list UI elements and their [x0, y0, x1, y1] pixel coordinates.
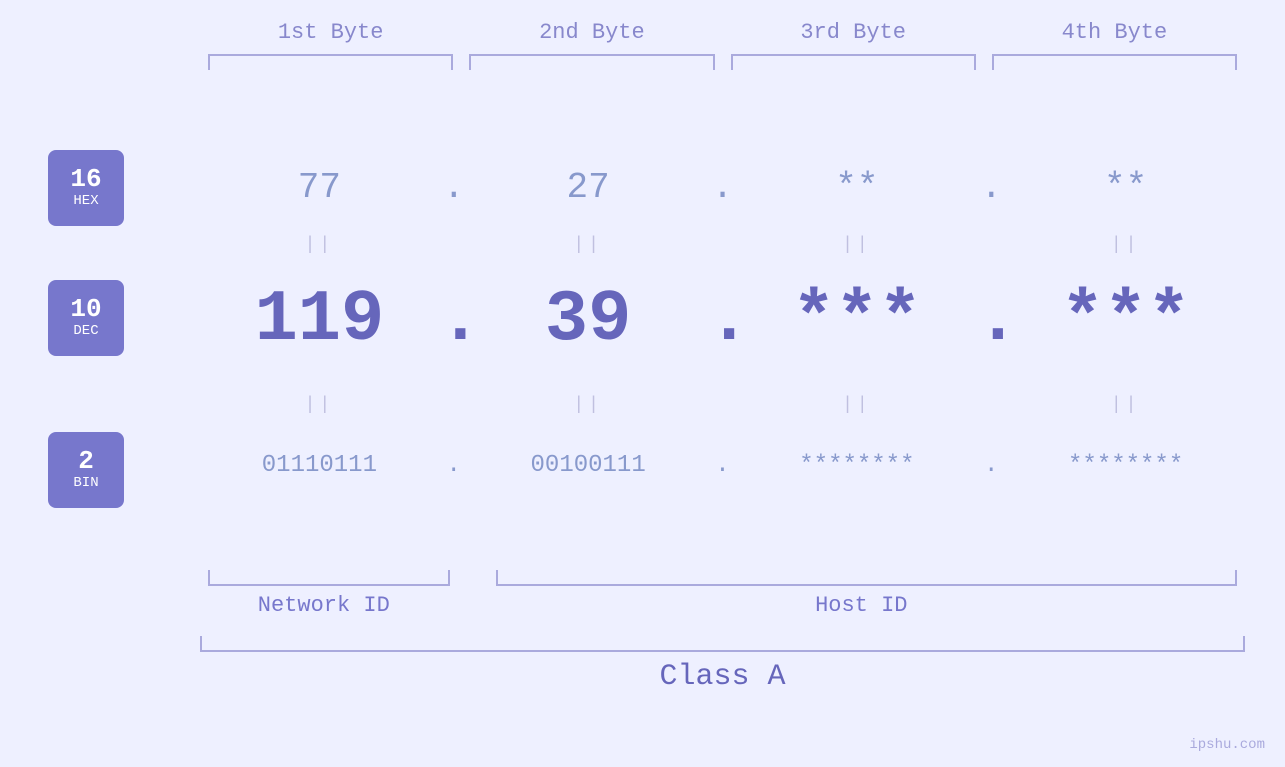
bracket-class	[200, 636, 1245, 652]
hex-b4: **	[1006, 167, 1245, 208]
bracket-byte2	[469, 54, 714, 70]
badge-hex: 16 HEX	[48, 150, 124, 226]
bracket-host-id	[496, 570, 1237, 586]
badge-dec: 10 DEC	[48, 280, 124, 356]
byte2-header: 2nd Byte	[461, 20, 722, 45]
bin-b3: ********	[738, 452, 977, 479]
badge-dec-label: DEC	[73, 322, 98, 340]
bracket-byte1	[208, 54, 453, 70]
sep2-b2: ||	[469, 395, 708, 415]
bin-b1: 01110111	[200, 452, 439, 479]
byte1-header: 1st Byte	[200, 20, 461, 45]
dec-b2: 39	[469, 279, 708, 361]
hex-dot3: .	[976, 167, 1006, 208]
bin-b2: 00100111	[469, 452, 708, 479]
sep2-b3: ||	[738, 395, 977, 415]
bin-dot3: .	[976, 452, 1006, 479]
dec-b3: ***	[738, 279, 977, 361]
hex-b3: **	[738, 167, 977, 208]
sep2-b1: ||	[200, 395, 439, 415]
sep2-b4: ||	[1006, 395, 1245, 415]
hex-dot1: .	[439, 167, 469, 208]
hex-dot2: .	[708, 167, 738, 208]
badge-bin: 2 BIN	[48, 432, 124, 508]
bracket-network-id	[208, 570, 450, 586]
network-id-label: Network ID	[200, 593, 448, 618]
sep1-b2: ||	[469, 235, 708, 255]
bin-dot2: .	[708, 452, 738, 479]
dec-dot3: .	[976, 279, 1006, 361]
badge-dec-num: 10	[70, 296, 101, 322]
badge-hex-label: HEX	[73, 192, 98, 210]
badge-hex-num: 16	[70, 166, 101, 192]
byte4-header: 4th Byte	[984, 20, 1245, 45]
badge-bin-label: BIN	[73, 474, 98, 492]
dec-b4: ***	[1006, 279, 1245, 361]
watermark: ipshu.com	[1189, 737, 1265, 753]
class-label: Class A	[200, 660, 1245, 694]
dec-dot2: .	[708, 279, 738, 361]
bracket-byte4	[992, 54, 1237, 70]
dec-dot1: .	[439, 279, 469, 361]
hex-b1: 77	[200, 167, 439, 208]
sep1-b3: ||	[738, 235, 977, 255]
byte3-header: 3rd Byte	[723, 20, 984, 45]
hex-b2: 27	[469, 167, 708, 208]
bin-b4: ********	[1006, 452, 1245, 479]
bin-dot1: .	[439, 452, 469, 479]
sep1-b1: ||	[200, 235, 439, 255]
dec-b1: 119	[200, 279, 439, 361]
bracket-byte3	[731, 54, 976, 70]
badge-bin-num: 2	[78, 448, 94, 474]
host-id-label: Host ID	[478, 593, 1245, 618]
sep1-b4: ||	[1006, 235, 1245, 255]
page: 1st Byte 2nd Byte 3rd Byte 4th Byte 16 H…	[0, 0, 1285, 767]
